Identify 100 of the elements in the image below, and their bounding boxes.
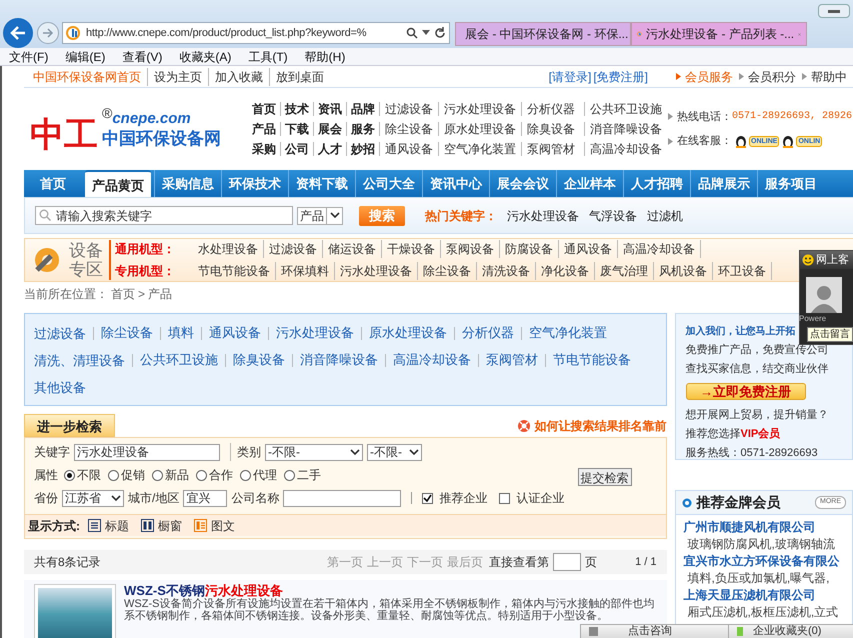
category-link[interactable]: 节电节能设备: [545, 354, 638, 367]
zone-link[interactable]: 清洗设备: [477, 262, 536, 280]
menu-item[interactable]: 编辑(E): [65, 48, 106, 66]
quick-link[interactable]: 除臭设备: [521, 122, 584, 136]
zone-link[interactable]: 环保填料: [276, 262, 335, 280]
breadcrumb-link[interactable]: 首页: [111, 285, 135, 303]
category-select[interactable]: -不限-: [367, 444, 422, 460]
quick-link[interactable]: 高温冷却设备: [584, 142, 662, 156]
zone-link[interactable]: 污水处理设备: [335, 262, 418, 280]
category-link[interactable]: 高温冷却设备: [385, 354, 478, 367]
menu-item[interactable]: 工具(T): [248, 48, 288, 66]
page-number-field[interactable]: [553, 553, 582, 571]
quick-link[interactable]: 资讯: [313, 102, 346, 116]
zone-link[interactable]: 干燥设备: [382, 240, 441, 258]
quick-link[interactable]: 泵阀管材: [521, 142, 584, 156]
member-company-link[interactable]: 宜兴市水立方环保设备有限公: [684, 553, 852, 570]
radio-button[interactable]: [108, 470, 119, 480]
quick-link[interactable]: 人才: [313, 142, 346, 156]
checkbox[interactable]: [499, 492, 510, 504]
quick-link[interactable]: 过滤设备: [379, 102, 438, 116]
login-link[interactable]: [请登录]: [548, 68, 592, 86]
menu-item[interactable]: 帮助(H): [304, 48, 346, 66]
category-link[interactable]: 过滤设备: [34, 320, 93, 347]
keyword-field[interactable]: 污水处理设备: [74, 444, 220, 460]
favorites-button[interactable]: 企业收藏夹(0): [753, 625, 822, 638]
quick-link[interactable]: 分析仪器: [521, 102, 584, 116]
member-company-link[interactable]: 广州市顺捷风机有限公司: [684, 519, 852, 536]
zone-link[interactable]: 除尘设备: [418, 262, 477, 280]
quick-link[interactable]: 采购: [252, 142, 280, 156]
category-link[interactable]: 其他设备: [34, 374, 93, 401]
category-link[interactable]: 除尘设备: [93, 327, 160, 340]
back-button[interactable]: [3, 18, 33, 48]
consult-button[interactable]: 点击咨询: [628, 625, 728, 638]
category-link[interactable]: 公共环卫设施: [132, 354, 225, 367]
display-mode-link[interactable]: 橱窗: [158, 516, 182, 534]
quick-link[interactable]: 空气净化装置: [438, 142, 522, 156]
zone-link[interactable]: 高温冷却设备: [618, 240, 701, 258]
quick-link[interactable]: 品牌: [346, 102, 379, 116]
zone-link[interactable]: 储运设备: [323, 240, 382, 258]
category-link[interactable]: 填料: [160, 327, 201, 340]
category-select[interactable]: -不限-: [265, 444, 363, 460]
display-mode-link[interactable]: 图文: [211, 516, 235, 534]
zone-link[interactable]: 防腐设备: [500, 240, 559, 258]
zone-link[interactable]: 节电节能设备: [193, 262, 276, 280]
zone-link[interactable]: 废气治理: [595, 262, 654, 280]
radio-button[interactable]: [284, 470, 295, 480]
zone-link[interactable]: 过滤设备: [264, 240, 323, 258]
breadcrumb-link[interactable]: 产品: [148, 285, 172, 303]
search-field[interactable]: 请输入搜索关键字: [35, 206, 293, 225]
category-link[interactable]: 清洗、清理设备: [34, 347, 132, 374]
quick-link[interactable]: 服务: [346, 122, 379, 136]
advanced-search-tab[interactable]: 进一步检索: [24, 414, 115, 437]
company-name-field[interactable]: [283, 490, 402, 506]
minimize-button[interactable]: [818, 4, 850, 18]
member-link[interactable]: 帮助中: [811, 68, 847, 86]
quick-link[interactable]: 产品: [252, 122, 280, 136]
quick-link[interactable]: 公司: [280, 142, 313, 156]
login-link[interactable]: [免费注册]: [593, 68, 648, 86]
category-link[interactable]: 通风设备: [201, 327, 268, 340]
category-link[interactable]: 空气净化装置: [521, 327, 614, 340]
nav-tab[interactable]: 首页: [24, 170, 82, 197]
menu-item[interactable]: 文件(F): [9, 48, 48, 66]
city-field[interactable]: 宜兴: [183, 490, 228, 506]
member-company-link[interactable]: 上海天显压滤机有限公司: [684, 587, 852, 604]
product-title[interactable]: WSZ-S不锈钢污水处理设备: [124, 584, 283, 598]
menu-item[interactable]: 查看(V): [122, 48, 162, 66]
quick-link[interactable]: 妙招: [346, 142, 379, 156]
scope-select[interactable]: 产品: [297, 206, 343, 224]
radio-button[interactable]: [240, 470, 251, 480]
radio-button[interactable]: [152, 470, 163, 480]
category-link[interactable]: 消音降噪设备: [292, 354, 385, 367]
category-link[interactable]: 污水处理设备: [268, 327, 361, 340]
member-link[interactable]: 会员积分: [748, 68, 796, 86]
top-link[interactable]: 加入收藏: [208, 68, 269, 86]
category-link[interactable]: 原水处理设备: [361, 327, 454, 340]
menu-item[interactable]: 收藏夹(A): [179, 48, 232, 66]
hot-keyword[interactable]: 气浮设备: [589, 206, 637, 224]
zone-link[interactable]: 净化设备: [536, 262, 595, 280]
category-link[interactable]: 除臭设备: [225, 354, 292, 367]
browser-tab[interactable]: 展会 - 中国环保设备网 - 环保...: [455, 22, 631, 46]
submit-search-button[interactable]: 提交检索: [578, 468, 632, 486]
quick-link[interactable]: 首页: [252, 102, 280, 116]
radio-button[interactable]: [64, 470, 75, 480]
quick-link[interactable]: 展会: [313, 122, 346, 136]
browser-tab[interactable]: 污水处理设备 - 产品列表 -...: [631, 22, 807, 46]
quick-link[interactable]: 通风设备: [379, 142, 438, 156]
top-link[interactable]: 放到桌面: [269, 68, 330, 86]
zone-link[interactable]: 水处理设备: [193, 240, 264, 258]
province-select[interactable]: 江苏省: [62, 490, 124, 506]
quick-link[interactable]: 原水处理设备: [438, 122, 522, 136]
checkbox[interactable]: [422, 492, 434, 504]
top-link[interactable]: 设为主页: [147, 68, 208, 86]
hot-keyword[interactable]: 污水处理设备: [507, 206, 579, 224]
quick-link[interactable]: 消音降噪设备: [584, 122, 662, 136]
hot-keyword[interactable]: 过滤机: [647, 206, 683, 224]
quick-link[interactable]: 除尘设备: [379, 122, 438, 136]
zone-link[interactable]: 环卫设备: [713, 262, 772, 280]
quick-link[interactable]: 公共环卫设施: [584, 102, 662, 116]
nav-tab[interactable]: 产品黄页: [85, 170, 151, 197]
zone-link[interactable]: 通风设备: [559, 240, 618, 258]
